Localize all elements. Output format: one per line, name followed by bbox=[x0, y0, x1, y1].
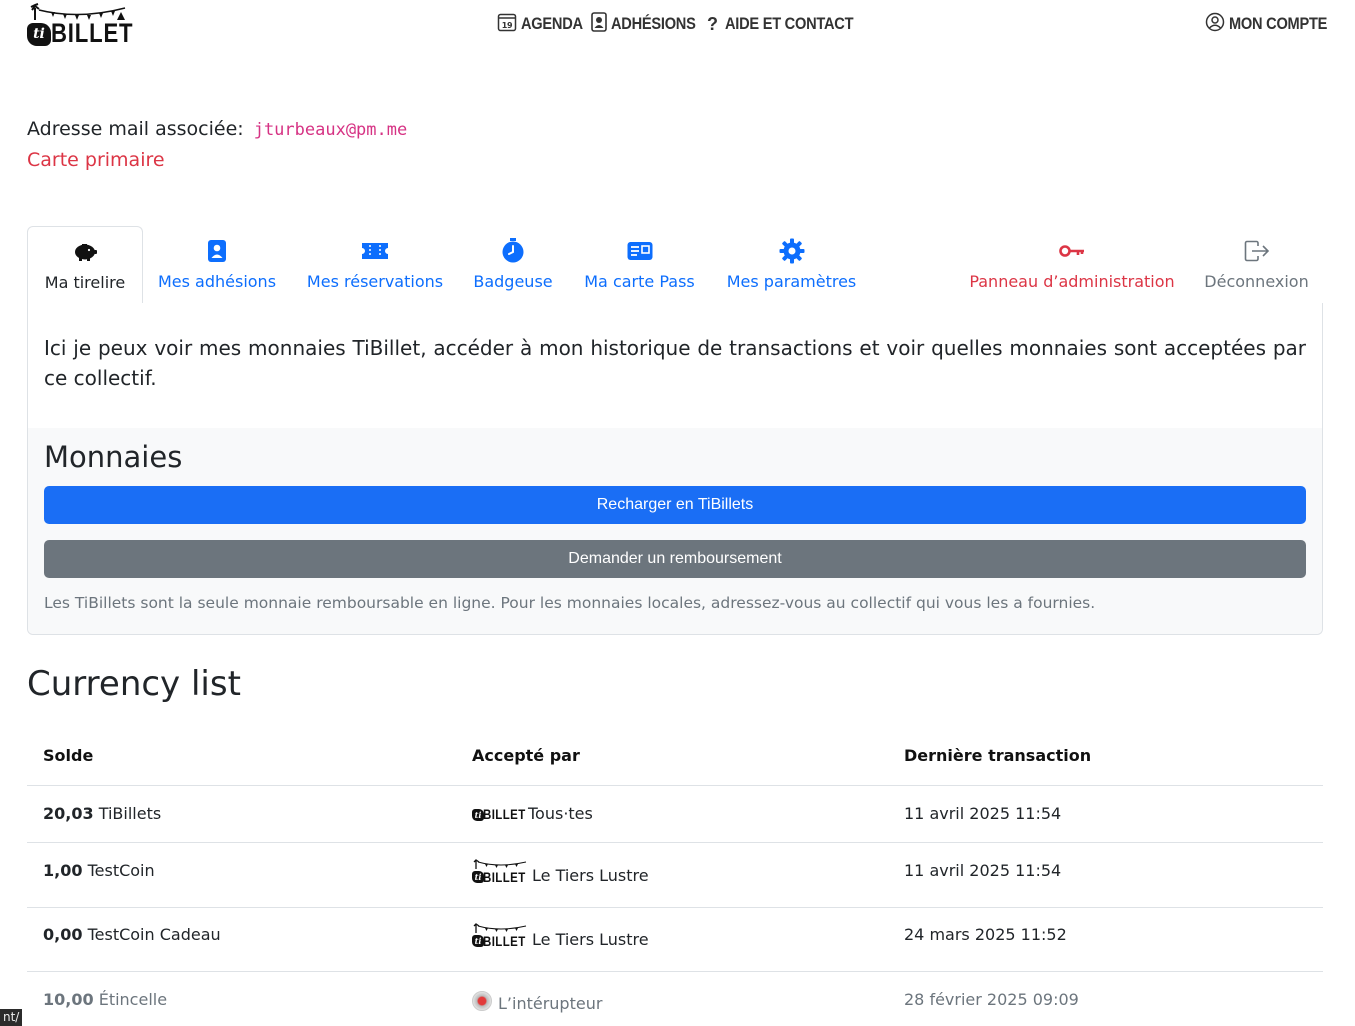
nav-agenda[interactable]: 19 AGENDA bbox=[497, 12, 593, 36]
card-status: Carte primaire bbox=[27, 149, 165, 171]
table-row: 1,00 TestCoin ti BILLET Le Tiers Lustre 1… bbox=[27, 843, 1323, 908]
calendar-icon: 19 bbox=[497, 12, 517, 37]
monnaies-section: Monnaies Recharger en TiBillets Demander… bbox=[28, 428, 1322, 634]
balance-cell: 1,00 TestCoin bbox=[43, 861, 155, 880]
last-transaction-cell: 11 avril 2025 11:54 bbox=[904, 861, 1062, 880]
tab-mes-reservations[interactable]: Mes réservations bbox=[291, 226, 459, 304]
email-label: Adresse mail associée: bbox=[27, 118, 244, 140]
accepted-by-cell: L’intérupteur bbox=[472, 990, 603, 1015]
table-row: 0,00 TestCoin Cadeau ti BILLET Le Tiers L… bbox=[27, 908, 1323, 972]
accepted-by-name: L’intérupteur bbox=[498, 994, 603, 1013]
nav-aide-label: AIDE ET CONTACT bbox=[724, 14, 854, 33]
refund-button[interactable]: Demander un remboursement bbox=[44, 540, 1306, 578]
tab-ma-carte-pass[interactable]: Ma carte Pass bbox=[567, 226, 712, 304]
accepted-by-name: Tous·tes bbox=[528, 804, 593, 823]
currency-name: TestCoin Cadeau bbox=[87, 925, 221, 944]
email-row: Adresse mail associée: jturbeaux@pm.me bbox=[27, 118, 407, 140]
last-transaction-cell: 24 mars 2025 11:52 bbox=[904, 925, 1067, 944]
tab-badgeuse[interactable]: Badgeuse bbox=[459, 226, 567, 304]
accepted-by-name: Le Tiers Lustre bbox=[532, 865, 649, 885]
tab-label: Déconnexion bbox=[1204, 272, 1309, 291]
nav-adhesions-label: ADHÉSIONS bbox=[611, 14, 696, 33]
id-badge-icon bbox=[591, 11, 607, 37]
piggy-bank-icon bbox=[28, 239, 142, 265]
tab-label: Mes réservations bbox=[306, 272, 444, 291]
stopwatch-icon bbox=[459, 238, 567, 264]
header-solde: Solde bbox=[43, 746, 94, 765]
accepted-by-cell: ti BILLET Tous·tes bbox=[472, 804, 593, 823]
tab-label: Panneau d’administration bbox=[969, 272, 1175, 291]
question-icon: ? bbox=[707, 13, 718, 34]
logout-icon bbox=[1190, 238, 1323, 264]
currency-list-title: Currency list bbox=[27, 664, 241, 704]
accepted-by-name: Le Tiers Lustre bbox=[532, 929, 649, 949]
tirelire-intro: Ici je peux voir mes monnaies TiBillet, … bbox=[44, 336, 1306, 390]
tibillet-garland-logo-icon: ti BILLET bbox=[472, 923, 528, 949]
logo-ti: ti bbox=[27, 23, 51, 46]
nav-mon-compte[interactable]: MON COMPTE bbox=[1205, 12, 1343, 36]
nav-aide-contact[interactable]: ? AIDE ET CONTACT bbox=[707, 12, 874, 36]
account-tabs: Ma tirelire Mes adhésions Mes réservatio… bbox=[27, 226, 1323, 305]
currency-name: TiBillets bbox=[98, 804, 162, 823]
amount: 20,03 bbox=[43, 804, 94, 823]
ticket-icon bbox=[291, 238, 459, 264]
currency-table: Solde Accepté par Dernière transaction 2… bbox=[27, 728, 1323, 1026]
last-transaction-cell: 11 avril 2025 11:54 bbox=[904, 804, 1062, 823]
last-transaction-cell: 28 février 2025 09:09 bbox=[904, 990, 1079, 1009]
nav-agenda-label: AGENDA bbox=[521, 14, 583, 33]
table-header: Solde Accepté par Dernière transaction bbox=[27, 728, 1323, 786]
currency-name: TestCoin bbox=[87, 861, 155, 880]
gear-icon bbox=[712, 238, 871, 264]
tibillet-logo[interactable]: ti BILLET bbox=[27, 2, 133, 48]
top-navbar: ti BILLET 19 AGENDA ADHÉSIONS ? AIDE ET … bbox=[0, 0, 1355, 60]
tab-ma-tirelire[interactable]: Ma tirelire bbox=[27, 226, 143, 305]
table-row: 10,00 Étincelle L’intérupteur 28 février… bbox=[27, 972, 1323, 1026]
balance-cell: 10,00 Étincelle bbox=[43, 990, 167, 1009]
red-button-icon bbox=[472, 990, 492, 1011]
user-circle-icon bbox=[1205, 12, 1225, 37]
tab-label: Badgeuse bbox=[473, 272, 553, 291]
amount: 1,00 bbox=[43, 861, 83, 880]
accepted-by-cell: ti BILLET Le Tiers Lustre bbox=[472, 859, 649, 885]
tab-deconnexion[interactable]: Déconnexion bbox=[1190, 226, 1323, 304]
tab-mes-parametres[interactable]: Mes paramètres bbox=[712, 226, 871, 304]
svg-text:19: 19 bbox=[502, 21, 513, 30]
refund-note: Les TiBillets sont la seule monnaie remb… bbox=[44, 594, 1096, 612]
accepted-by-cell: ti BILLET Le Tiers Lustre bbox=[472, 923, 649, 949]
monnaies-title: Monnaies bbox=[44, 440, 183, 474]
tab-panneau-administration[interactable]: Panneau d’administration bbox=[961, 226, 1183, 304]
tab-label: Ma tirelire bbox=[44, 273, 126, 292]
table-row: 20,03 TiBillets ti BILLET Tous·tes 11 avri… bbox=[27, 786, 1323, 843]
tab-mes-adhesions[interactable]: Mes adhésions bbox=[143, 226, 291, 304]
nav-compte-label: MON COMPTE bbox=[1229, 14, 1328, 33]
tab-label: Ma carte Pass bbox=[584, 272, 695, 291]
logo-word: BILLET bbox=[51, 18, 134, 48]
card-icon bbox=[567, 238, 712, 264]
tibillet-logo-icon: ti BILLET bbox=[472, 806, 525, 822]
amount: 10,00 bbox=[43, 990, 94, 1009]
tab-label: Mes paramètres bbox=[726, 272, 857, 291]
tibillet-garland-logo-icon: ti BILLET bbox=[472, 859, 528, 885]
header-derniere-transaction: Dernière transaction bbox=[904, 746, 1092, 765]
recharge-button[interactable]: Recharger en TiBillets bbox=[44, 486, 1306, 524]
badge-icon bbox=[143, 238, 291, 264]
browser-status-bar: nt/ bbox=[0, 1009, 23, 1026]
key-icon bbox=[961, 238, 1183, 264]
email-value: jturbeaux@pm.me bbox=[253, 120, 408, 140]
currency-name: Étincelle bbox=[98, 990, 168, 1009]
balance-cell: 20,03 TiBillets bbox=[43, 804, 161, 823]
amount: 0,00 bbox=[43, 925, 83, 944]
header-accepte-par: Accepté par bbox=[472, 746, 580, 765]
balance-cell: 0,00 TestCoin Cadeau bbox=[43, 925, 221, 944]
nav-adhesions[interactable]: ADHÉSIONS bbox=[591, 11, 709, 37]
tirelire-panel: Ici je peux voir mes monnaies TiBillet, … bbox=[27, 303, 1323, 635]
tab-label: Mes adhésions bbox=[157, 272, 277, 291]
